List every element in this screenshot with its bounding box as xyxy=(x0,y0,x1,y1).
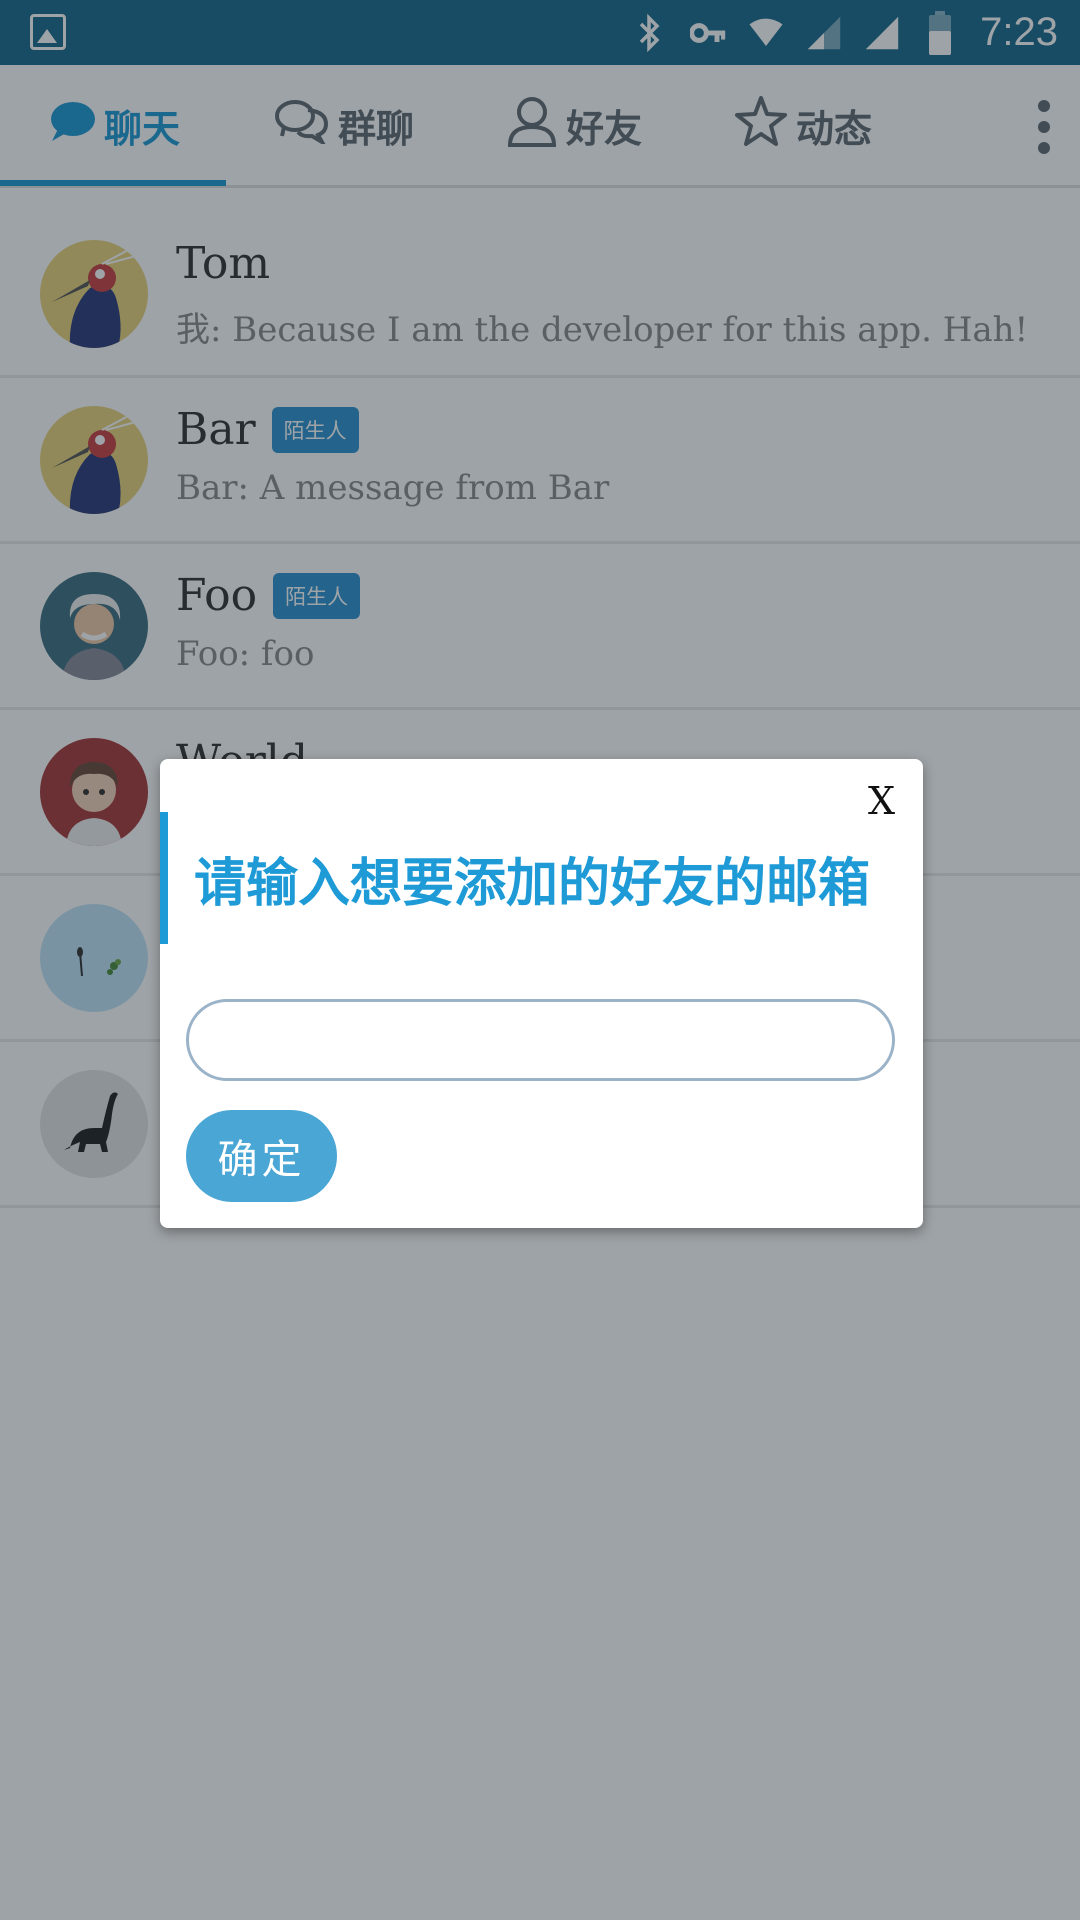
email-input[interactable] xyxy=(186,999,895,1081)
dialog-header: 请输入想要添加的好友的邮箱 xyxy=(160,812,923,944)
confirm-button[interactable]: 确定 xyxy=(186,1110,337,1202)
add-friend-dialog: X 请输入想要添加的好友的邮箱 确定 xyxy=(160,759,923,1228)
dialog-title: 请输入想要添加的好友的邮箱 xyxy=(194,853,871,914)
